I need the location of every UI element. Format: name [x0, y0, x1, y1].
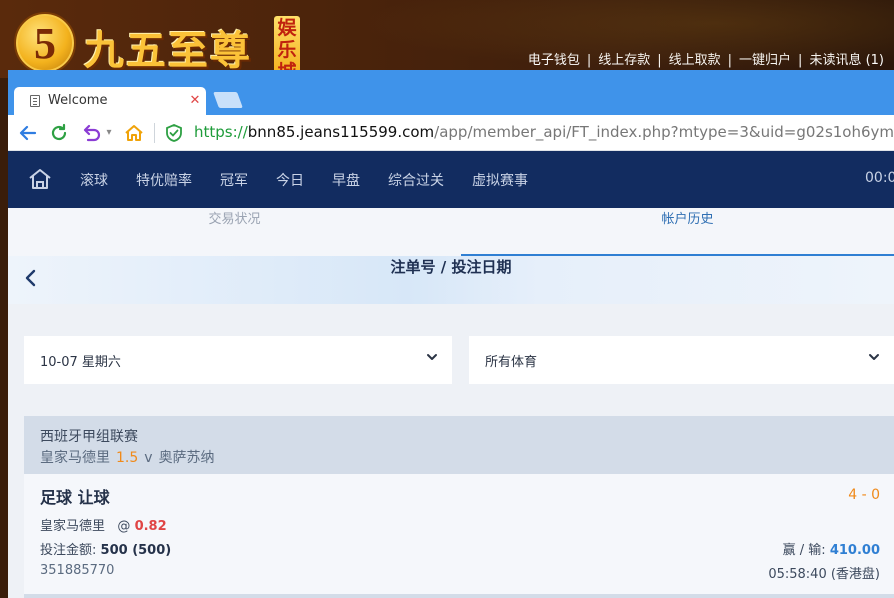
link-separator: |: [727, 53, 733, 68]
away-team: 奥萨苏纳: [158, 450, 215, 466]
url-host: bnn85.jeans115599.com: [247, 123, 435, 141]
win-loss-value: 410.00: [829, 543, 880, 558]
league-name: 西班牙甲组联赛: [40, 429, 138, 445]
toolbar-divider: [154, 123, 155, 143]
handicap-value: 1.5: [116, 450, 139, 466]
vs-label: v: [144, 450, 153, 466]
bet-detail-card: 足球 让球 4 - 0 皇家马德里 @ 0.82 投注金额: 500 (500)…: [24, 474, 894, 598]
nav-item-today[interactable]: 今日: [276, 170, 304, 190]
bet-amount-value: 500 (500): [100, 543, 172, 558]
chevron-down-icon: [426, 349, 438, 369]
nav-item-outright[interactable]: 冠军: [220, 170, 248, 190]
next-bet-header: [24, 594, 894, 598]
bet-match-header: 西班牙甲组联赛 皇家马德里 1.5 v 奥萨苏纳: [24, 416, 894, 474]
link-deposit[interactable]: 线上存款: [598, 53, 650, 68]
bet-selection: 皇家马德里 @ 0.82: [40, 515, 167, 534]
nav-item-virtual[interactable]: 虚拟赛事: [472, 170, 528, 190]
close-icon[interactable]: ✕: [188, 94, 202, 108]
home-icon[interactable]: [122, 121, 146, 145]
undo-icon[interactable]: [80, 121, 102, 145]
ticket-id: 351885770: [40, 563, 115, 578]
bet-score: 4 - 0: [848, 487, 880, 503]
shield-icon[interactable]: [164, 121, 184, 145]
sport-select[interactable]: 所有体育: [469, 336, 894, 384]
browser-toolbar: ▾ https://bnn85.jeans115599.com/app/memb…: [8, 115, 894, 151]
home-icon[interactable]: [28, 167, 52, 191]
account-links: 电子钱包 | 线上存款 | 线上取款 | 一键归户 | 未读讯息 (1): [528, 49, 884, 68]
tab-transaction-status[interactable]: 交易状况: [8, 208, 461, 256]
home-team: 皇家马德里: [40, 450, 110, 466]
browser-tab-welcome[interactable]: Welcome ✕: [14, 87, 206, 115]
bet-amount: 投注金额: 500 (500): [40, 539, 171, 558]
main-content: 交易状况 帐户历史 注单号 / 投注日期 10-07 星期六 所有体育 西班牙甲…: [8, 208, 894, 598]
nav-item-live[interactable]: 滚球: [80, 170, 108, 190]
tab-strip: Welcome ✕: [8, 70, 894, 115]
undo-dropdown-icon[interactable]: ▾: [104, 121, 114, 145]
page-icon: [30, 95, 40, 107]
nav-item-parlay[interactable]: 综合过关: [388, 170, 444, 190]
chevron-down-icon: [868, 349, 880, 369]
url-path: /app/member_api/FT_index.php?mtype=3&uid…: [434, 123, 894, 141]
new-tab-button[interactable]: [213, 92, 243, 108]
bet-amount-label: 投注金额:: [40, 543, 97, 558]
win-loss-label: 赢 / 输:: [782, 543, 826, 558]
page-title: 注单号 / 投注日期: [390, 258, 512, 276]
logo-sub-text: 娱乐城: [277, 18, 297, 78]
link-withdraw[interactable]: 线上取款: [669, 53, 721, 68]
sports-nav-bar: 滚球 特优赔率 冠军 今日 早盘 综合过关 虚拟赛事 00:0: [8, 151, 894, 208]
link-e-wallet[interactable]: 电子钱包: [528, 53, 580, 68]
bet-type: 足球 让球: [40, 488, 110, 507]
selection-team: 皇家马德里: [40, 519, 106, 534]
logo-numeral: 5: [34, 19, 56, 68]
link-separator: |: [586, 53, 592, 68]
date-select-value: 10-07 星期六: [40, 355, 121, 370]
nav-clock: 00:0: [865, 170, 894, 186]
odds-value: 0.82: [134, 519, 167, 534]
link-separator: |: [657, 53, 662, 68]
odds-prefix: @: [117, 519, 131, 534]
site-logo-sub: 娱乐城: [274, 16, 300, 78]
page-title-bar: 注单号 / 投注日期: [8, 256, 894, 304]
tab-title: Welcome: [48, 93, 108, 108]
url-scheme: https://: [194, 123, 248, 141]
reload-icon[interactable]: [48, 121, 70, 145]
bet-win-loss: 赢 / 输: 410.00: [783, 539, 880, 558]
site-banner: 5 九五至尊 娱乐城 电子钱包 | 线上存款 | 线上取款 | 一键归户 | 未读讯息 (1): [0, 0, 894, 78]
link-consolidate[interactable]: 一键归户: [739, 53, 791, 68]
link-separator: |: [798, 53, 803, 68]
tab-account-history[interactable]: 帐户历史: [461, 208, 894, 256]
bet-time: 05:58:40 (香港盘): [768, 567, 880, 582]
nav-item-early[interactable]: 早盘: [332, 170, 360, 190]
nav-item-best-odds[interactable]: 特优赔率: [136, 170, 192, 190]
sport-select-value: 所有体育: [485, 355, 538, 370]
sub-tabs: 交易状况 帐户历史: [8, 208, 894, 256]
link-unread-messages[interactable]: 未读讯息 (1): [809, 53, 884, 68]
site-logo-emblem[interactable]: 5: [14, 12, 76, 74]
match-line: 皇家马德里 1.5 v 奥萨苏纳: [40, 447, 215, 467]
address-bar[interactable]: https://bnn85.jeans115599.com/app/member…: [194, 123, 894, 141]
browser-window: Welcome ✕ ▾ https://bnn85.jeans115599.co…: [8, 70, 894, 598]
date-select[interactable]: 10-07 星期六: [24, 336, 452, 384]
site-logo-text[interactable]: 九五至尊: [84, 18, 252, 76]
back-arrow-icon[interactable]: [17, 121, 39, 145]
